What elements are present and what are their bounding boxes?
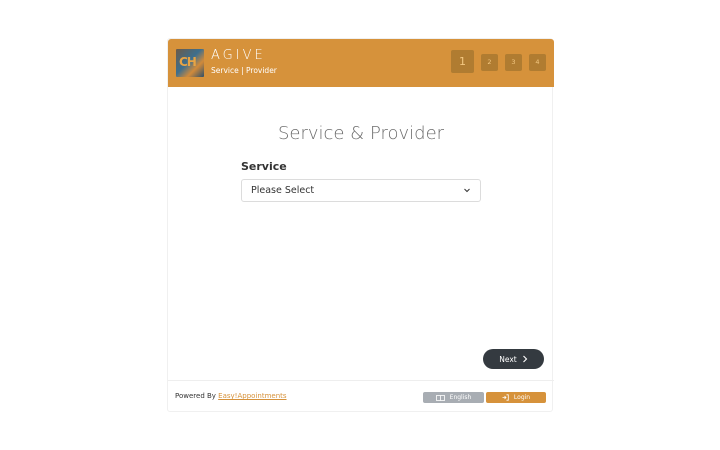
service-select[interactable]: Please Select <box>241 179 481 202</box>
footer-divider <box>168 380 554 381</box>
powered-by-prefix: Powered By <box>175 392 216 400</box>
login-button[interactable]: Login <box>486 392 546 403</box>
chevron-right-icon <box>522 355 528 363</box>
powered-by: Powered By Easy!Appointments <box>175 392 287 400</box>
login-label: Login <box>513 394 531 401</box>
step-2[interactable]: 2 <box>481 53 498 71</box>
service-select-value: Please Select <box>251 185 315 196</box>
page-title: Service & Provider <box>277 123 445 144</box>
chevron-down-icon <box>463 186 471 194</box>
login-icon <box>502 394 509 401</box>
language-label: English <box>449 394 472 401</box>
booking-wizard-frame: CH AGIVE Service | Provider 1 2 3 4 Serv… <box>167 38 554 412</box>
step-1[interactable]: 1 <box>451 50 474 73</box>
step-indicator: 1 2 3 4 <box>444 50 546 73</box>
next-button-label: Next <box>499 354 517 364</box>
company-logo: CH <box>176 49 204 77</box>
step-3[interactable]: 3 <box>505 53 522 71</box>
language-button[interactable]: English <box>423 392 484 403</box>
company-name: AGIVE <box>211 48 266 63</box>
service-label: Service <box>241 160 287 173</box>
language-icon <box>435 394 445 401</box>
logo-text: CH <box>179 55 197 69</box>
easy-appointments-link[interactable]: Easy!Appointments <box>218 392 286 400</box>
next-button[interactable]: Next <box>483 349 544 369</box>
wizard-header: CH AGIVE Service | Provider 1 2 3 4 <box>168 39 554 87</box>
step-subtitle: Service | Provider <box>211 66 277 75</box>
step-4[interactable]: 4 <box>529 53 546 71</box>
